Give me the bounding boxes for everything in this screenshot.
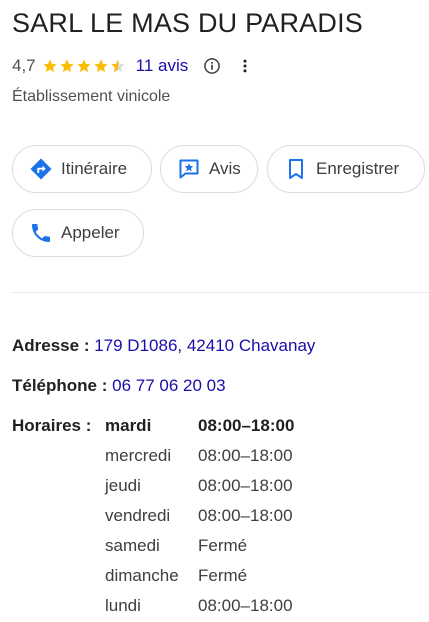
hours-day: jeudi	[105, 476, 141, 495]
hours-row: mercredi 08:00–18:00	[105, 446, 294, 476]
reviews-label: Avis	[209, 159, 241, 178]
rating-row: 4,7 11 avis	[12, 54, 254, 78]
directions-diamond-icon	[30, 158, 52, 180]
star-icon	[76, 59, 91, 73]
hours-time: 08:00–18:00	[198, 506, 293, 525]
category-label: Établissement vinicole	[12, 88, 171, 105]
hours-row: dimanche Fermé	[105, 566, 294, 596]
hours-time: 08:00–18:00	[198, 446, 293, 465]
hours-day: mardi	[105, 416, 152, 435]
hours-time: 08:00–18:00	[198, 476, 293, 495]
hours-row: lundi 08:00–18:00	[105, 596, 294, 622]
star-icon	[42, 59, 57, 73]
hours-table: mardi 08:00–18:00 mercredi 08:00–18:00 j…	[105, 416, 294, 622]
save-button[interactable]: Enregistrer	[267, 145, 425, 193]
hours-row: samedi Fermé	[105, 536, 294, 566]
hours-time: 08:00–18:00	[198, 416, 295, 435]
phone-link[interactable]: 06 77 06 20 03	[112, 376, 225, 395]
address-label: Adresse :	[12, 336, 90, 355]
address-row: Adresse : 179 D1086, 42410 Chavanay	[12, 336, 315, 356]
hours-day: vendredi	[105, 506, 171, 525]
reviews-count-link[interactable]: 11 avis	[136, 56, 189, 76]
hours-row: vendredi 08:00–18:00	[105, 506, 294, 536]
rating-stars	[42, 58, 127, 74]
directions-button[interactable]: Itinéraire	[12, 145, 152, 193]
info-icon[interactable]	[202, 56, 222, 76]
star-icon	[93, 59, 108, 73]
hours-row-today: mardi 08:00–18:00	[105, 416, 294, 446]
phone-label: Téléphone :	[12, 376, 108, 395]
star-icon	[59, 59, 74, 73]
phone-row: Téléphone : 06 77 06 20 03	[12, 376, 226, 396]
hours-day: samedi	[105, 536, 160, 555]
call-button[interactable]: Appeler	[12, 209, 144, 257]
hours-row: jeudi 08:00–18:00	[105, 476, 294, 506]
review-star-icon	[179, 159, 199, 179]
star-half-icon	[110, 59, 125, 73]
directions-label: Itinéraire	[61, 159, 128, 178]
hours-day: dimanche	[105, 566, 179, 585]
call-label: Appeler	[61, 223, 120, 242]
hours-label: Horaires :	[12, 416, 92, 435]
reviews-button[interactable]: Avis	[160, 145, 258, 193]
hours-day: lundi	[105, 596, 141, 615]
hours-time: Fermé	[198, 536, 248, 555]
hours-day: mercredi	[105, 446, 172, 465]
rating-value: 4,7	[12, 56, 36, 75]
save-label: Enregistrer	[316, 159, 400, 178]
place-title: SARL LE MAS DU PARADIS	[12, 8, 363, 38]
section-divider	[12, 292, 429, 293]
address-link[interactable]: 179 D1086, 42410 Chavanay	[94, 336, 315, 355]
hours-time: Fermé	[198, 566, 248, 585]
bookmark-icon	[289, 159, 303, 179]
hours-time: 08:00–18:00	[198, 596, 293, 615]
more-vertical-icon[interactable]	[236, 56, 254, 76]
phone-icon	[32, 224, 50, 242]
